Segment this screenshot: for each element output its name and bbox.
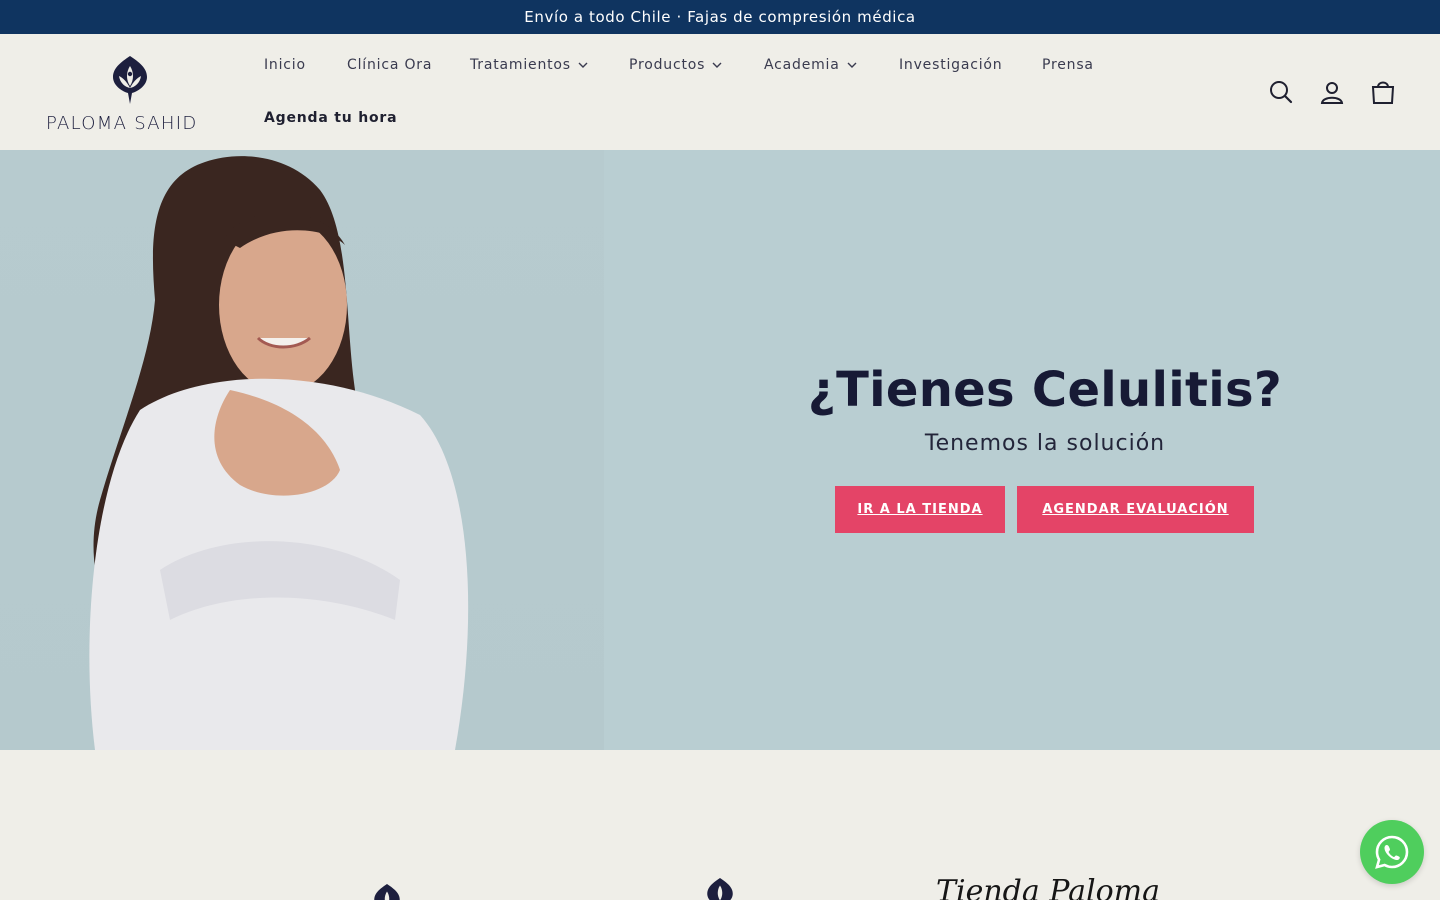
shop-button[interactable]: IR A LA TIENDA [835,486,1005,533]
announcement-bar: Envío a todo Chile · Fajas de compresión… [0,0,1440,34]
cart-icon[interactable] [1370,79,1396,105]
nav-item-label: Academia [764,57,840,73]
chevron-down-icon [712,62,722,68]
chevron-down-icon [578,62,588,68]
lotus-logo-icon [113,56,147,104]
nav-item-label: Tratamientos [470,57,571,73]
nav-item-agenda[interactable]: Agenda tu hora [264,110,397,126]
section-heading: Tienda Paloma [936,874,1161,900]
nav-item-prensa[interactable]: Prensa [1042,57,1094,73]
search-icon[interactable] [1268,79,1294,105]
portrait-illustration [89,156,469,750]
hero-banner: ¿Tienes Celulitis? Tenemos la solución I… [0,150,1440,750]
hero-title: ¿Tienes Celulitis? [807,362,1283,418]
announcement-text: Envío a todo Chile · Fajas de compresión… [524,8,916,26]
nav-item-inicio[interactable]: Inicio [264,57,306,73]
nav-item-clinica-ora[interactable]: Clínica Ora [347,57,432,73]
nav-item-productos[interactable]: Productos [629,57,722,73]
lotus-logo-icon [707,878,733,900]
brand-logo[interactable]: PALOMA SAHID [46,54,216,136]
chevron-down-icon [847,62,857,68]
nav-item-tratamientos[interactable]: Tratamientos [470,57,588,73]
account-icon[interactable] [1319,79,1345,105]
site-header: PALOMA SAHID Inicio Clínica Ora Tratamie… [0,34,1440,150]
nav-item-investigacion[interactable]: Investigación [899,57,1002,73]
nav-item-label: Inicio [264,57,306,73]
whatsapp-icon [1375,835,1409,869]
nav-item-academia[interactable]: Academia [764,57,857,73]
brand-name: PALOMA SAHID [46,113,198,134]
nav-item-label: Prensa [1042,57,1094,73]
whatsapp-chat-button[interactable] [1360,820,1424,884]
nav-item-label: Investigación [899,57,1003,73]
lotus-logo-icon [374,884,400,900]
nav-item-label: Clínica Ora [347,57,433,73]
schedule-evaluation-button[interactable]: AGENDAR EVALUACIÓN [1017,486,1254,533]
hero-subtitle: Tenemos la solución [924,431,1166,456]
hero-portrait-image [0,150,604,750]
nav-cta-label: Agenda tu hora [264,110,398,126]
nav-item-label: Productos [629,57,706,73]
